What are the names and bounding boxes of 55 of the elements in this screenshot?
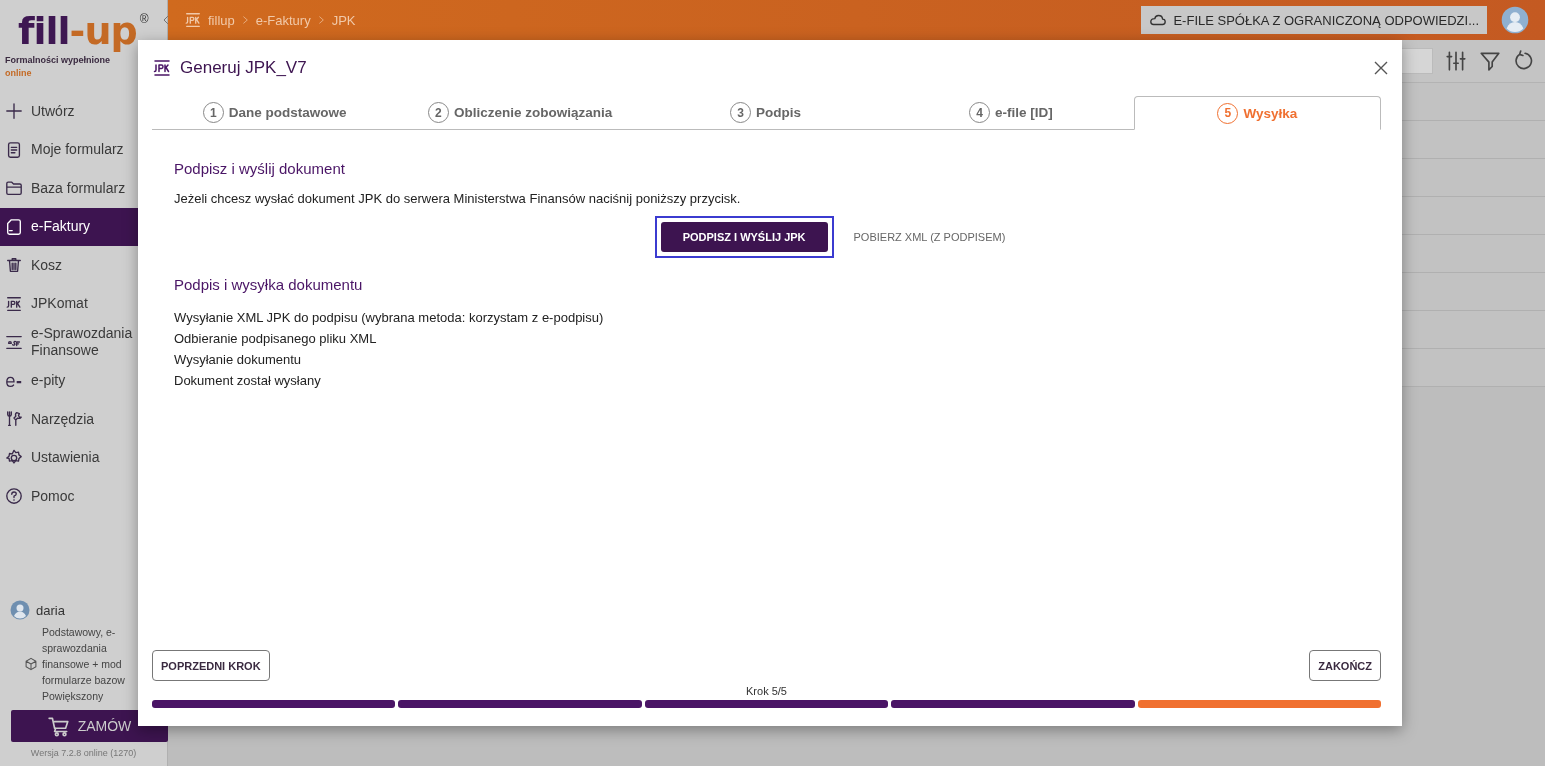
instruction-text: Jeżeli chcesz wysłać dokument JPK do serwera Ministerstwa Finansów naciśnij poniższy przycisk. — [174, 191, 742, 206]
nav-item[interactable]: Moje formularz — [0, 130, 167, 169]
jpk-icon — [184, 11, 202, 29]
log-line: Odbieranie podpisanego pliku XML — [174, 330, 378, 348]
section-title: Podpis i wysyłka dokumentu — [174, 276, 364, 293]
cart-icon — [47, 715, 70, 737]
trash-icon — [5, 256, 23, 275]
nav-item[interactable]: e-Sprawozdania Finansowe — [0, 323, 167, 362]
chevron-icon — [240, 14, 250, 26]
sliders-icon[interactable] — [1445, 50, 1467, 72]
log-line: Dokument został wysłany — [174, 372, 322, 390]
nav-item[interactable]: Pomoc — [0, 477, 167, 516]
log-line: Wysyłanie XML JPK do podpisu (wybrana metoda: korzystam z e-podpisu) — [174, 309, 605, 327]
tagline-accent: online — [4, 67, 33, 80]
log-line: Wysyłanie dokumentu — [174, 351, 303, 369]
order-button[interactable]: ZAMÓW — [11, 710, 168, 742]
tagline: Formalności wypełnione — [4, 54, 112, 67]
user-name: daria — [36, 602, 65, 618]
company-selector[interactable]: E-FILE SPÓŁKA Z OGRANICZONĄ ODPOWIEDZI... — [1141, 6, 1487, 34]
nav-item[interactable]: Ustawienia — [0, 438, 167, 477]
nav-item[interactable]: Baza formularz — [0, 169, 167, 208]
registered-mark: ® — [139, 12, 149, 26]
step-tab[interactable]: 4 e-file [ID] — [888, 96, 1134, 129]
chevron-icon — [316, 14, 326, 26]
download-xml-link[interactable]: POBIERZ XML (Z PODPISEM) — [853, 231, 1006, 243]
help-icon — [5, 487, 23, 506]
user-avatar-icon — [10, 600, 30, 620]
logo: fill-up — [18, 8, 137, 54]
esf-icon — [5, 333, 23, 352]
version-text: Wersja 7.2.8 online (1270) — [29, 747, 138, 760]
sign-and-send-button[interactable]: PODPISZ I WYŚLIJ JPK — [660, 222, 828, 252]
close-icon[interactable] — [1374, 61, 1388, 75]
document-icon — [5, 140, 23, 159]
tools-icon — [5, 410, 23, 429]
step-tab[interactable]: 3 Podpis — [642, 96, 889, 129]
plus-icon — [5, 102, 23, 121]
nav-item[interactable]: e-pity — [0, 361, 167, 400]
jpk-icon — [5, 294, 23, 313]
section-title: Podpisz i wyślij dokument — [174, 160, 346, 177]
jpk-icon — [152, 58, 172, 78]
folder-icon — [5, 179, 23, 198]
dialog-title: Generuj JPK_V7 — [180, 58, 308, 78]
nav-item[interactable]: Kosz — [0, 246, 167, 285]
previous-step-button[interactable]: POPRZEDNI KROK — [152, 650, 270, 681]
refresh-icon[interactable] — [1513, 50, 1535, 72]
nav-item[interactable]: JPKomat — [0, 284, 167, 323]
avatar-icon[interactable] — [1501, 6, 1529, 34]
step-counter: Krok 5/5 — [745, 684, 788, 698]
cube-icon — [24, 657, 38, 671]
filter-icon[interactable] — [1479, 50, 1501, 72]
step-tab[interactable]: 2 Obliczenie zobowiązania — [397, 96, 643, 129]
plan-description: Podstawowy, e- sprawozdania finansowe + mod formularze bazow Powiększony — [42, 625, 126, 704]
invoice-icon — [5, 217, 23, 236]
finish-button[interactable]: ZAKOŃCZ — [1309, 650, 1381, 681]
nav-item[interactable]: Narzędzia — [0, 400, 167, 439]
